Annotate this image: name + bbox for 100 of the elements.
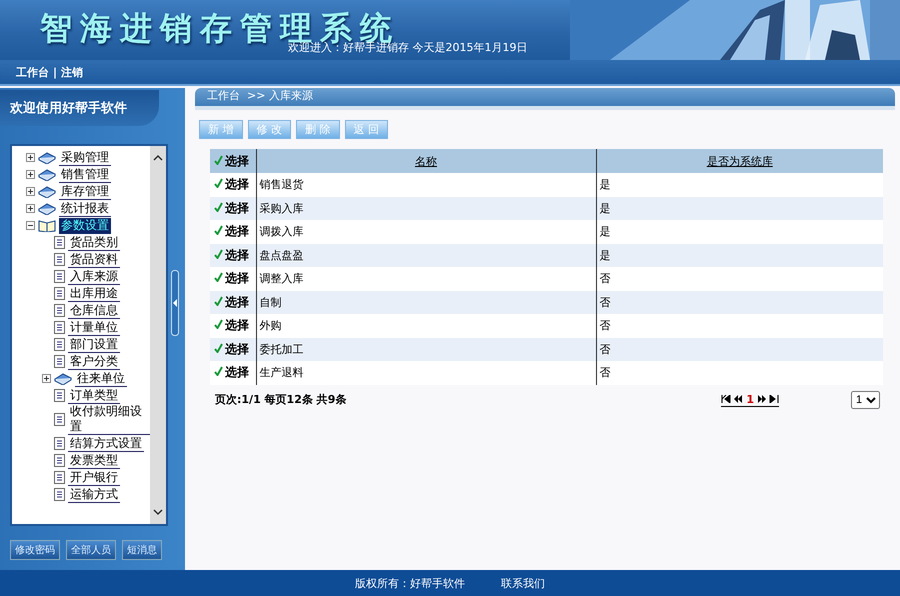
- book-icon: [38, 168, 56, 181]
- document-icon: [54, 454, 65, 467]
- document-icon: [54, 389, 65, 402]
- contact-link[interactable]: 联系我们: [501, 576, 545, 590]
- tree-item[interactable]: 部门设置: [68, 336, 120, 352]
- page-number[interactable]: 1: [746, 392, 754, 406]
- nav-link[interactable]: 注销: [61, 64, 84, 80]
- nav-separator: |: [53, 66, 58, 78]
- tree-item[interactable]: 结算方式设置: [68, 436, 144, 452]
- table-cell: 采购入库: [256, 196, 596, 220]
- scrollbar[interactable]: [150, 146, 166, 524]
- table-cell: 销售退货: [256, 173, 596, 196]
- nav-link[interactable]: 工作台: [16, 64, 49, 80]
- book-icon: [54, 372, 72, 385]
- tree-toggle-icon[interactable]: [26, 170, 35, 179]
- open-book-icon: [38, 219, 56, 232]
- select-header: 选择: [225, 154, 249, 168]
- table-cell: 否: [596, 267, 883, 290]
- select-link[interactable]: 选择: [225, 365, 249, 380]
- document-icon: [54, 253, 65, 266]
- tree-item[interactable]: 客户分类: [68, 354, 120, 370]
- tree-item[interactable]: 运输方式: [68, 486, 120, 502]
- select-link[interactable]: 选择: [225, 318, 249, 332]
- table-cell: 委托加工: [256, 338, 596, 361]
- tree-item[interactable]: 发票类型: [68, 452, 120, 468]
- document-icon: [54, 413, 65, 426]
- page-select[interactable]: 1: [851, 390, 880, 408]
- table-cell: 否: [596, 290, 883, 314]
- table-cell: 是: [596, 196, 883, 220]
- tree-item[interactable]: 库存管理: [59, 184, 111, 200]
- select-link[interactable]: 选择: [225, 248, 249, 262]
- table-cell: 否: [596, 361, 883, 384]
- select-link[interactable]: 选择: [225, 177, 249, 192]
- sidebar-button[interactable]: 修改密码: [10, 540, 60, 560]
- tree-item[interactable]: 参数设置: [59, 218, 111, 234]
- select-link[interactable]: 选择: [225, 342, 249, 356]
- check-icon: [214, 248, 223, 259]
- table-cell: 调整入库: [256, 267, 596, 290]
- book-icon: [38, 151, 56, 164]
- sidebar-button[interactable]: 全部人员: [66, 540, 116, 560]
- document-icon: [54, 437, 65, 450]
- table-cell: 自制: [256, 290, 596, 314]
- tree-item[interactable]: 出库用途: [68, 286, 120, 302]
- tree-item[interactable]: 销售管理: [59, 166, 111, 182]
- document-icon: [54, 321, 65, 334]
- previous-page-icon[interactable]: [734, 395, 744, 403]
- document-icon: [54, 471, 65, 484]
- select-link[interactable]: 选择: [225, 200, 249, 215]
- tree-item[interactable]: 采购管理: [59, 150, 111, 166]
- tree-toggle-icon[interactable]: [26, 153, 35, 162]
- table-cell: 生产退料: [256, 361, 596, 384]
- table-cell: 是: [596, 220, 883, 244]
- tree-toggle-icon[interactable]: [26, 187, 35, 196]
- tree-item[interactable]: 计量单位: [68, 320, 120, 336]
- check-icon: [214, 296, 223, 306]
- copyright-text: 版权所有：好帮手软件: [355, 576, 465, 590]
- check-icon: [214, 272, 223, 282]
- scroll-up-icon[interactable]: [153, 154, 163, 161]
- document-icon: [54, 355, 65, 368]
- document-icon: [54, 304, 65, 317]
- table-cell: 否: [596, 338, 883, 361]
- page-summary: 页次:1/1 每页12条 共9条: [215, 392, 346, 407]
- next-page-icon[interactable]: [757, 395, 766, 403]
- tree-toggle-icon[interactable]: [42, 374, 51, 383]
- last-page-icon[interactable]: [769, 395, 779, 403]
- tree-toggle-icon[interactable]: [26, 221, 35, 230]
- table-cell: 是: [596, 173, 883, 196]
- select-link[interactable]: 选择: [225, 294, 249, 309]
- book-icon: [38, 202, 56, 215]
- scroll-down-icon[interactable]: [153, 509, 163, 516]
- tree-item[interactable]: 货品类别: [68, 234, 120, 250]
- check-icon: [214, 202, 223, 212]
- check-icon: [214, 225, 223, 236]
- tree-item[interactable]: 开户银行: [68, 470, 120, 486]
- sidebar-title: 欢迎使用好帮手软件: [0, 90, 159, 126]
- tree-toggle-icon[interactable]: [26, 204, 35, 213]
- document-icon: [54, 488, 65, 501]
- column-header[interactable]: 名称: [256, 149, 596, 173]
- table-cell: 盘点盘盈: [256, 244, 596, 267]
- tree-item[interactable]: 统计报表: [59, 200, 111, 216]
- table-cell: 是: [596, 244, 883, 267]
- tree-item[interactable]: 货品资料: [68, 252, 120, 268]
- tree-item[interactable]: 仓库信息: [68, 302, 120, 318]
- column-header[interactable]: 是否为系统库: [596, 149, 883, 173]
- document-icon: [54, 270, 65, 283]
- table-cell: 否: [596, 314, 883, 338]
- check-icon: [214, 342, 223, 353]
- check-icon: [214, 178, 223, 188]
- document-icon: [54, 236, 65, 249]
- select-link[interactable]: 选择: [225, 271, 249, 286]
- select-link[interactable]: 选择: [225, 224, 249, 238]
- check-icon: [214, 366, 223, 376]
- document-icon: [54, 338, 65, 351]
- tree-item[interactable]: 入库来源: [68, 268, 120, 284]
- sidebar-button[interactable]: 短消息: [122, 540, 162, 560]
- collapse-handle-icon[interactable]: [171, 270, 179, 336]
- first-page-icon[interactable]: [721, 395, 732, 403]
- book-icon: [38, 185, 56, 198]
- tree-item[interactable]: 往来单位: [75, 370, 127, 386]
- tree-item[interactable]: 订单类型: [68, 388, 120, 404]
